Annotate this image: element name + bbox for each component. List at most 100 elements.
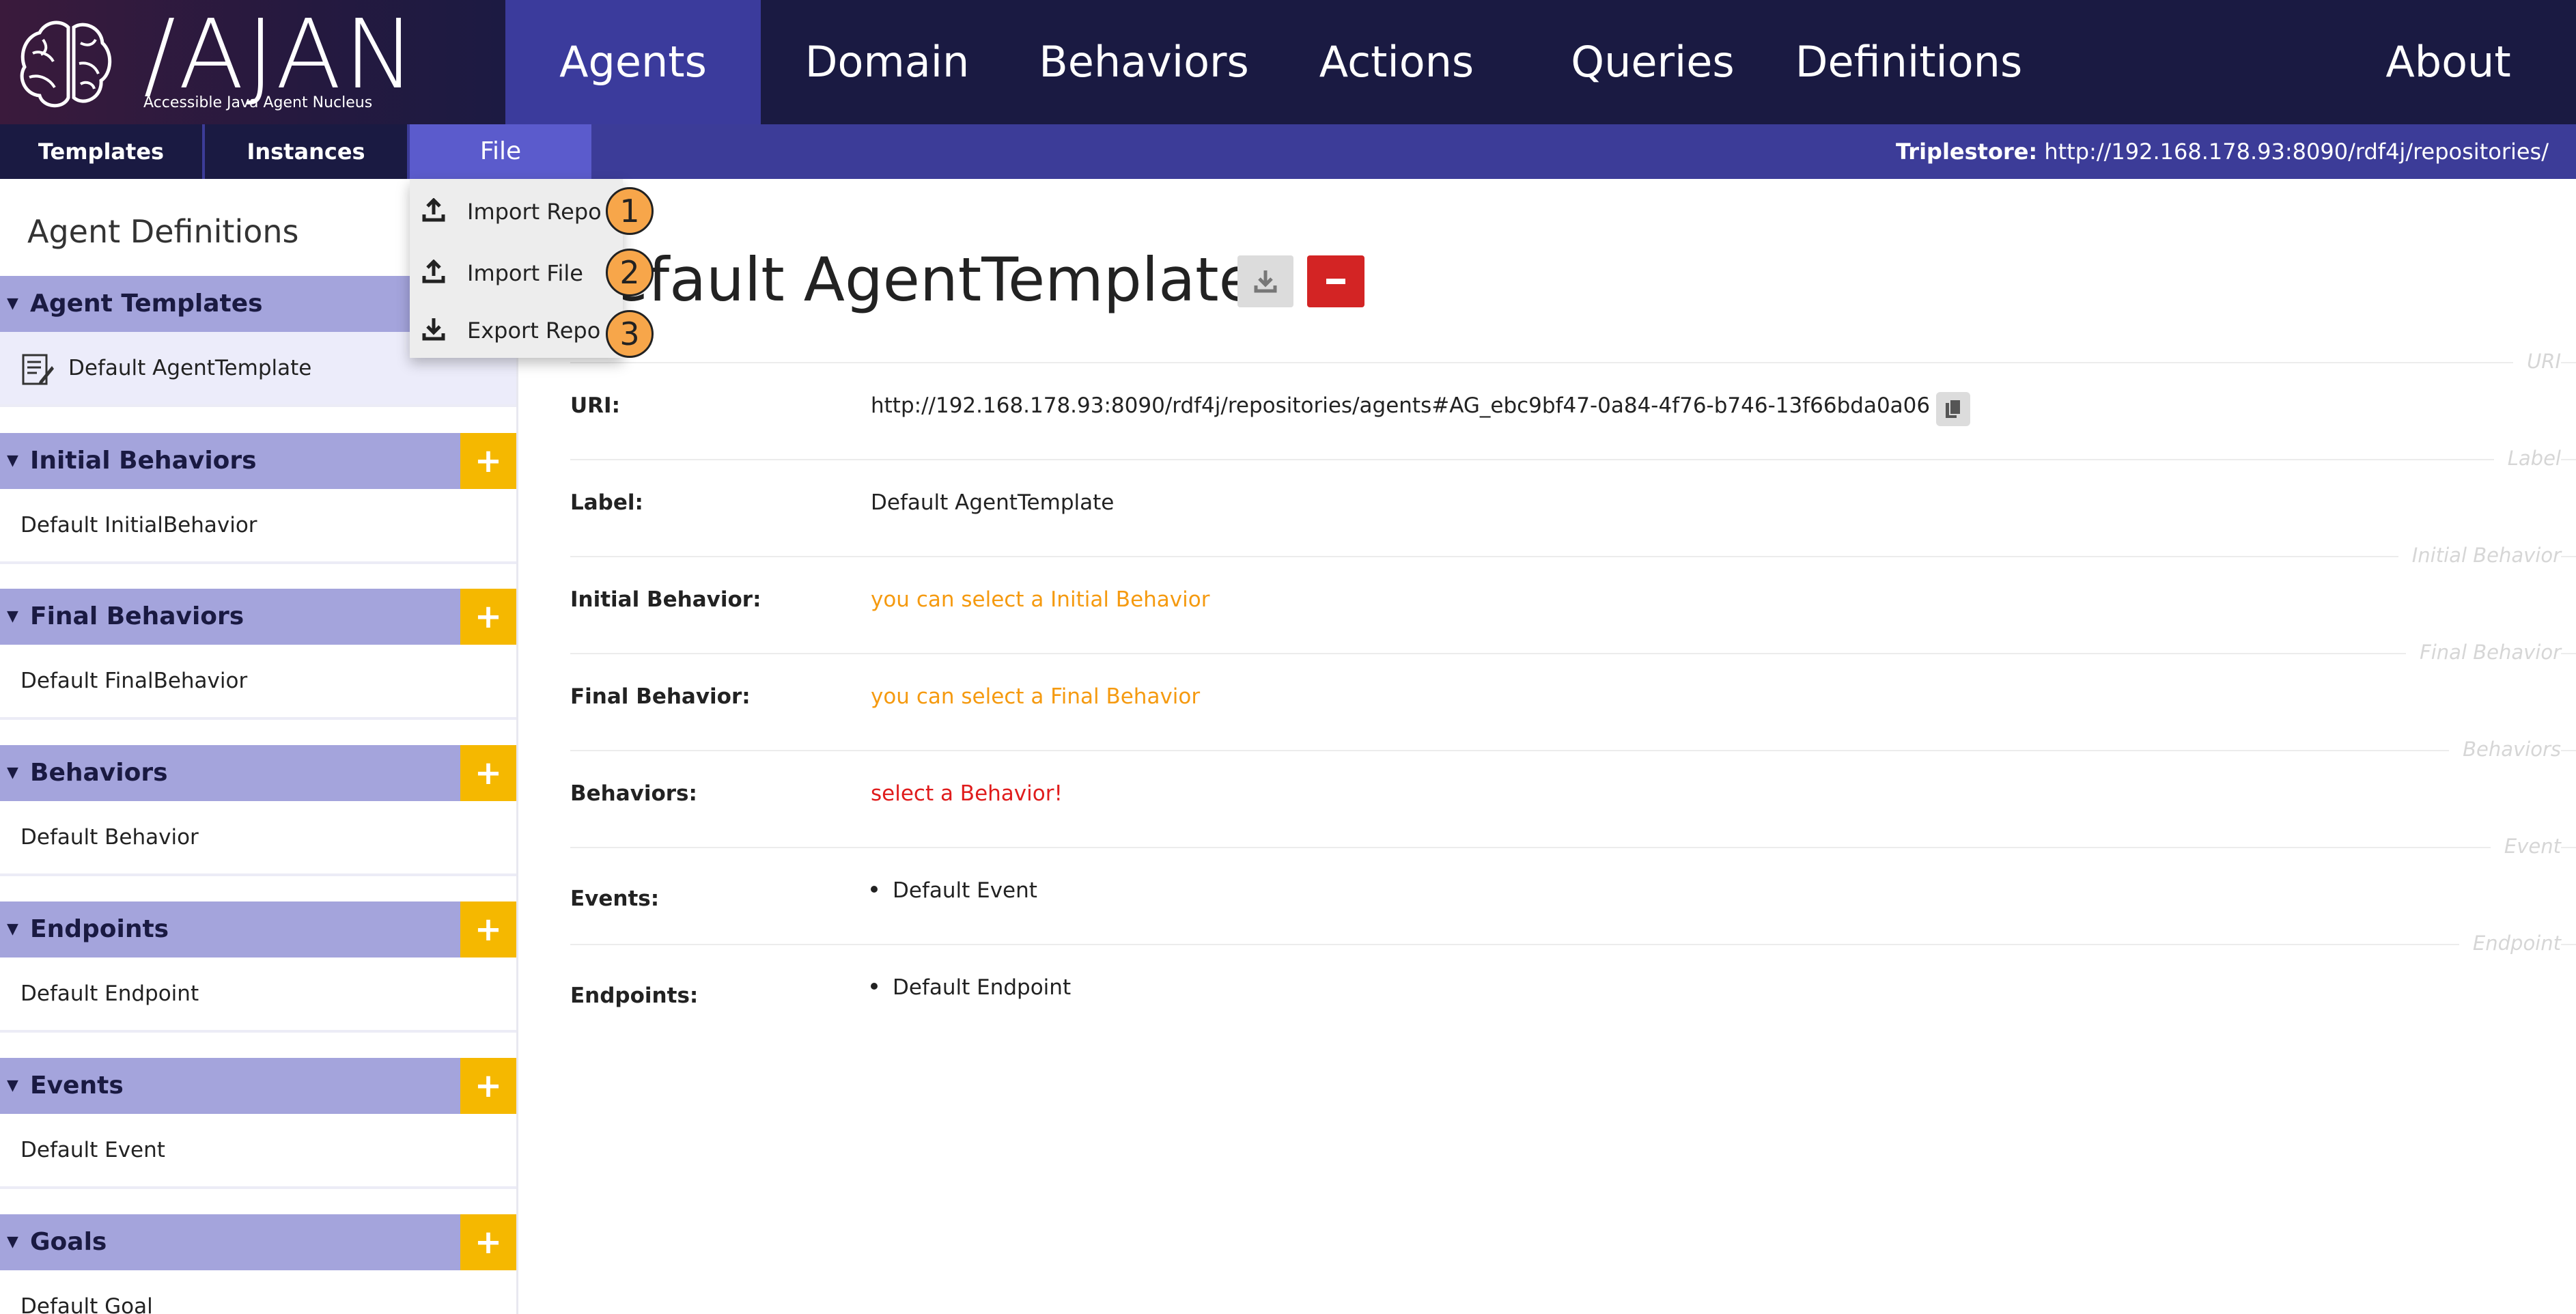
caret-down-icon: ▼ xyxy=(7,452,18,469)
caret-down-icon: ▼ xyxy=(7,608,18,625)
callout-badge-1: 1 xyxy=(606,187,654,235)
list-item-default-initialbehavior[interactable]: Default InitialBehavior xyxy=(0,489,516,564)
section-header-events[interactable]: ▼ Events + xyxy=(0,1058,516,1114)
endpoint-list-item[interactable]: Default Endpoint xyxy=(871,975,1071,1000)
nav-queries[interactable]: Queries xyxy=(1550,0,1755,124)
page-title: efault AgentTemplate xyxy=(611,244,1256,315)
caret-down-icon: ▼ xyxy=(7,921,18,938)
menu-item-import-repo[interactable]: Import Repo xyxy=(410,183,623,240)
add-goal-button[interactable]: + xyxy=(460,1214,516,1270)
list-item-label: Default Endpoint xyxy=(20,981,199,1006)
field-label-uri: URI: xyxy=(570,393,620,418)
list-item-default-goal[interactable]: Default Goal xyxy=(0,1270,516,1314)
row-divider xyxy=(570,459,2576,460)
list-item-label: Default Event xyxy=(20,1138,165,1162)
section-header-endpoints[interactable]: ▼ Endpoints + xyxy=(0,901,516,957)
nav-definitions[interactable]: Definitions xyxy=(1782,0,2035,124)
brain-icon xyxy=(20,20,112,108)
nav-about[interactable]: About xyxy=(2363,0,2534,124)
section-header-final-behaviors[interactable]: ▼ Final Behaviors + xyxy=(0,589,516,645)
minus-icon xyxy=(1326,279,1345,284)
logo-subtitle: Accessible Java Agent Nucleus xyxy=(143,94,373,111)
bullet xyxy=(871,885,878,893)
download-icon xyxy=(1254,270,1277,293)
nav-domain[interactable]: Domain xyxy=(788,0,986,124)
section-header-initial-behaviors[interactable]: ▼ Initial Behaviors + xyxy=(0,433,516,489)
field-value-label: Default AgentTemplate xyxy=(871,490,1115,515)
list-item-default-finalbehavior[interactable]: Default FinalBehavior xyxy=(0,645,516,720)
row-ghost-label: Behaviors xyxy=(2449,738,2561,761)
add-final-behavior-button[interactable]: + xyxy=(460,589,516,645)
nav-actions[interactable]: Actions xyxy=(1291,0,1502,124)
caret-down-icon: ▼ xyxy=(7,764,18,781)
field-label-endpoints: Endpoints: xyxy=(570,983,699,1008)
field-label-events: Events: xyxy=(570,886,660,911)
add-endpoint-button[interactable]: + xyxy=(460,901,516,957)
list-item-default-event[interactable]: Default Event xyxy=(0,1114,516,1189)
delete-button[interactable] xyxy=(1307,255,1364,307)
list-item-default-endpoint[interactable]: Default Endpoint xyxy=(0,957,516,1033)
upload-icon xyxy=(422,260,445,283)
list-item-label: Default AgentTemplate xyxy=(68,356,312,380)
field-label-initial-behavior: Initial Behavior: xyxy=(570,587,761,612)
event-value: Default Event xyxy=(893,878,1037,903)
document-edit-icon xyxy=(22,354,54,385)
row-divider xyxy=(570,362,2576,363)
bullet xyxy=(871,982,878,990)
section-label: Behaviors xyxy=(30,759,168,787)
section-label: Agent Templates xyxy=(30,290,263,318)
main-content: efault AgentTemplate URI URI: http://192… xyxy=(518,179,2576,1314)
row-ghost-label: Final Behavior xyxy=(2406,641,2561,664)
section-header-goals[interactable]: ▼ Goals + xyxy=(0,1214,516,1270)
triplestore-url: http://192.168.178.93:8090/rdf4j/reposit… xyxy=(2044,139,2549,165)
final-behavior-selector[interactable]: you can select a Final Behavior xyxy=(871,684,1200,709)
row-divider xyxy=(570,556,2576,557)
caret-down-icon: ▼ xyxy=(7,1233,18,1250)
sub-navbar: Templates Instances File Triplestore: ht… xyxy=(0,124,2576,179)
menu-item-label: Import File xyxy=(467,260,583,286)
callout-badge-3: 3 xyxy=(606,310,654,358)
triplestore-info: Triplestore: http://192.168.178.93:8090/… xyxy=(1896,124,2549,179)
copy-uri-button[interactable] xyxy=(1936,392,1970,426)
menu-item-import-file[interactable]: Import File xyxy=(410,244,623,302)
download-icon xyxy=(422,318,445,341)
nav-agents[interactable]: Agents xyxy=(505,0,761,124)
tab-file[interactable]: File xyxy=(410,124,591,179)
field-label-behaviors: Behaviors: xyxy=(570,781,697,806)
field-value-uri: http://192.168.178.93:8090/rdf4j/reposit… xyxy=(871,393,1931,418)
list-item-label: Default Goal xyxy=(20,1294,153,1314)
add-initial-behavior-button[interactable]: + xyxy=(460,433,516,489)
caret-down-icon: ▼ xyxy=(7,1077,18,1094)
callout-badge-2: 2 xyxy=(606,249,654,296)
field-label-label: Label: xyxy=(570,490,643,515)
behavior-selector[interactable]: select a Behavior! xyxy=(871,781,1063,806)
row-divider xyxy=(570,653,2576,654)
section-label: Initial Behaviors xyxy=(30,447,257,475)
nav-behaviors[interactable]: Behaviors xyxy=(1024,0,1263,124)
section-header-behaviors[interactable]: ▼ Behaviors + xyxy=(0,745,516,801)
add-event-button[interactable]: + xyxy=(460,1058,516,1114)
row-ghost-label: URI xyxy=(2513,350,2561,373)
section-label: Endpoints xyxy=(30,915,169,943)
section-label: Final Behaviors xyxy=(30,602,244,630)
ajan-logo[interactable]: /AJAN Accessible Java Agent Nucleus xyxy=(0,0,505,124)
section-label: Events xyxy=(30,1072,124,1100)
list-item-label: Default InitialBehavior xyxy=(20,513,257,537)
upload-icon xyxy=(422,198,445,222)
row-ghost-label: Label xyxy=(2493,447,2561,470)
list-item-default-behavior[interactable]: Default Behavior xyxy=(0,801,516,876)
download-button[interactable] xyxy=(1237,255,1293,307)
list-item-label: Default FinalBehavior xyxy=(20,669,248,693)
tab-templates[interactable]: Templates xyxy=(0,124,202,179)
row-divider xyxy=(570,847,2576,848)
menu-item-export-repo[interactable]: Export Repo xyxy=(410,302,623,359)
top-navbar: /AJAN Accessible Java Agent Nucleus Agen… xyxy=(0,0,2576,124)
event-list-item[interactable]: Default Event xyxy=(871,878,1037,903)
initial-behavior-selector[interactable]: you can select a Initial Behavior xyxy=(871,587,1209,612)
tab-instances[interactable]: Instances xyxy=(205,124,407,179)
menu-item-label: Import Repo xyxy=(467,199,602,225)
add-behavior-button[interactable]: + xyxy=(460,745,516,801)
caret-down-icon: ▼ xyxy=(7,295,18,312)
row-divider xyxy=(570,750,2576,751)
copy-icon xyxy=(1946,399,1961,418)
